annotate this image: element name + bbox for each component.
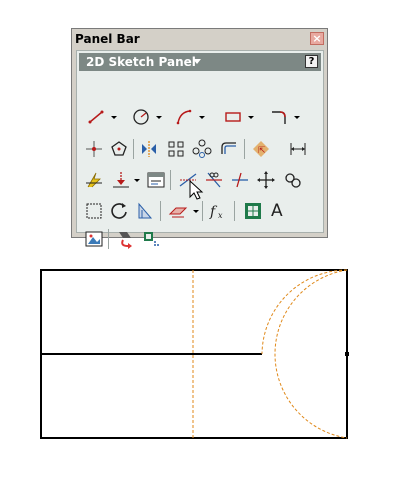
sketch-endpoint[interactable] bbox=[345, 352, 349, 356]
construction-arc-upper[interactable] bbox=[261, 269, 348, 355]
sketch-canvas[interactable] bbox=[0, 0, 400, 480]
construction-arc[interactable] bbox=[274, 269, 348, 439]
